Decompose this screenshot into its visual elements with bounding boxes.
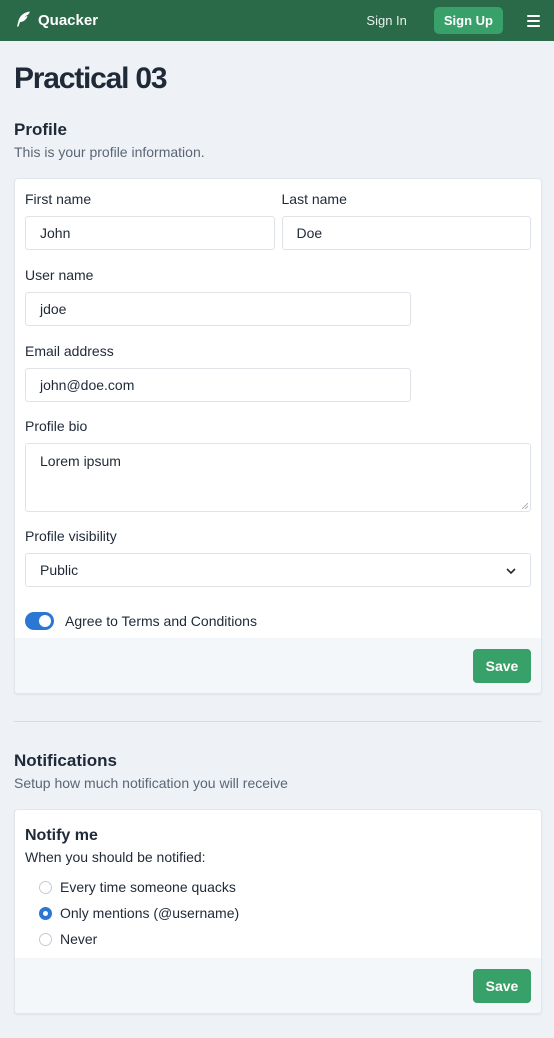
- profile-visibility-label: Profile visibility: [25, 528, 117, 544]
- profile-bio-value: Lorem ipsum: [40, 453, 121, 469]
- notify-radio-group: Every time someone quacks Only mentions …: [25, 874, 531, 952]
- email-label: Email address: [25, 343, 114, 359]
- username-field[interactable]: jdoe: [25, 292, 411, 326]
- page-title: Practical 03: [14, 62, 168, 95]
- last-name-field[interactable]: Doe: [281, 216, 531, 250]
- username-label: User name: [25, 267, 94, 283]
- resize-grip-icon[interactable]: [522, 503, 528, 509]
- profile-bio-textarea[interactable]: Lorem ipsum: [25, 443, 531, 512]
- notifications-save-button[interactable]: Save: [473, 968, 531, 1003]
- profile-section-description: This is your profile information.: [14, 144, 205, 160]
- feather-icon: [14, 10, 32, 32]
- brand-name: Quacker: [38, 12, 99, 29]
- chevron-down-icon: [506, 554, 516, 586]
- notifications-section-title: Notifications: [14, 751, 117, 770]
- terms-toggle[interactable]: [25, 612, 54, 630]
- radio-button[interactable]: [39, 906, 52, 920]
- radio-button[interactable]: [39, 932, 52, 946]
- notify-option-label: Every time someone quacks: [60, 879, 236, 895]
- profile-bio-label: Profile bio: [25, 418, 88, 434]
- notify-option-never[interactable]: Never: [39, 926, 531, 952]
- profile-visibility-value: Public: [40, 562, 79, 578]
- sign-up-button[interactable]: Sign Up: [433, 7, 503, 34]
- profile-visibility-select[interactable]: Public: [25, 553, 531, 587]
- first-name-label: First name: [25, 191, 92, 207]
- section-divider: [14, 721, 542, 722]
- sign-in-link[interactable]: Sign In: [366, 13, 406, 28]
- notify-option-mentions[interactable]: Only mentions (@username): [39, 900, 531, 926]
- email-field[interactable]: john@doe.com: [25, 368, 411, 402]
- profile-save-button[interactable]: Save: [473, 648, 531, 683]
- profile-card: First name John Last name Doe User name …: [14, 178, 542, 694]
- notify-option-every-quack[interactable]: Every time someone quacks: [39, 874, 531, 900]
- notify-option-label: Never: [60, 931, 98, 947]
- notifications-card: Notify me When you should be notified: E…: [14, 809, 542, 1014]
- profile-section-title: Profile: [14, 120, 67, 139]
- terms-label: Agree to Terms and Conditions: [65, 613, 257, 629]
- radio-button[interactable]: [39, 880, 52, 894]
- notify-me-title: Notify me: [25, 827, 98, 844]
- navbar: Quacker Sign In Sign Up: [0, 0, 554, 41]
- notify-me-subtitle: When you should be notified:: [25, 849, 206, 865]
- last-name-label: Last name: [281, 191, 347, 207]
- notifications-section-description: Setup how much notification you will rec…: [14, 775, 288, 791]
- hamburger-menu-icon[interactable]: [527, 14, 540, 27]
- first-name-field[interactable]: John: [25, 216, 275, 250]
- notify-option-label: Only mentions (@username): [60, 905, 240, 921]
- brand-link[interactable]: Quacker: [14, 10, 98, 32]
